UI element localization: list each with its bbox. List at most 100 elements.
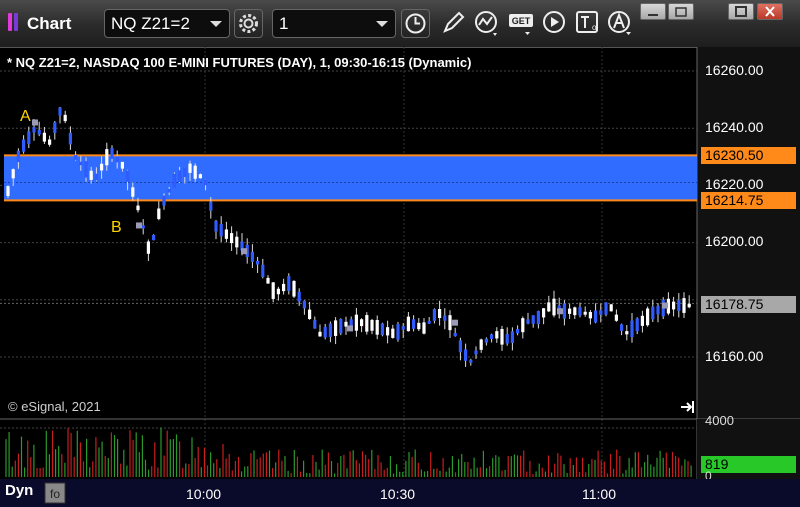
candle-body [536,310,540,325]
candle-body [287,276,291,291]
candle-body [578,307,582,316]
upper-line-tag[interactable]: 16230.50 [701,147,796,164]
candle-body [349,319,353,327]
candle-body [120,161,124,169]
candle-body [6,186,10,197]
candle-body [141,225,145,229]
candle-body [224,229,228,239]
candle-body [11,169,15,179]
time-label: 10:30 [380,486,416,502]
candle-body [510,331,514,343]
candle-body [167,188,171,193]
volume-scale-label: 4000 [705,413,734,428]
candle-body [131,187,135,197]
candle-body [469,359,473,363]
candle-body [360,319,364,327]
candle-body [136,205,140,211]
candle-body [448,315,452,331]
candle-body [297,291,301,302]
candle-body [500,328,504,345]
candle-body [521,318,525,333]
marker [662,302,668,309]
candle-body [334,320,338,336]
candle-body [495,331,499,339]
marker [557,308,563,315]
price-label: 16220.00 [705,176,764,192]
candle-body [302,300,306,309]
candle-body [609,304,613,312]
candle-body [188,163,192,173]
time-label: 10:00 [186,486,222,502]
price-chart[interactable] [0,0,800,507]
candle-body [16,150,20,163]
candle-body [271,282,275,299]
candle-body [250,251,254,262]
marker [452,319,458,326]
candle-body [178,170,182,183]
marker [32,119,38,126]
candle-body [198,174,202,179]
candle-body [193,165,197,179]
candle-body [235,236,239,248]
candle-body [276,288,280,295]
candle-body [646,308,650,326]
candle-body [458,340,462,353]
candle-body [635,318,639,332]
candle-body [562,303,566,319]
price-label: 16260.00 [705,62,764,78]
candle-body [256,260,260,265]
candle-body [204,179,208,186]
candle-body [630,320,634,337]
dynamic-mode-label[interactable]: Dyn [5,482,33,499]
candle-body [105,149,109,166]
candle-body [27,131,31,144]
candle-body [542,308,546,318]
candle-body [74,155,78,160]
price-label: 16160.00 [705,348,764,364]
candle-body [396,324,400,340]
candle-body [484,338,488,343]
candle-body [625,331,629,335]
lower-line-tag[interactable]: 16214.75 [701,192,796,209]
candle-body [443,315,447,321]
price-label: 16200.00 [705,233,764,249]
candle-body [261,264,265,277]
candle-body [516,328,520,334]
candle-body [474,350,478,355]
candle-body [162,195,166,206]
candle-body [568,308,572,314]
candle-body [354,314,358,331]
candle-body [79,161,83,166]
candle-body [37,129,41,135]
candle-body [588,312,592,319]
candle-body [422,322,426,334]
copyright-label: © eSignal, 2021 [8,399,101,414]
candle-body [573,307,577,316]
candle-body [490,334,494,339]
candle-body [115,156,119,163]
candle-body [292,280,296,297]
candle-body [152,234,156,241]
annotation-b[interactable]: B [111,219,122,237]
scroll-to-end-icon[interactable] [680,400,696,414]
candle-body [594,310,598,323]
candle-body [323,326,327,338]
link-icon[interactable]: fo [44,482,66,504]
candle-body [417,322,421,330]
annotation-a[interactable]: A [20,108,31,126]
candle-body [219,224,223,237]
candle-body [282,283,286,292]
candle-body [406,316,410,332]
candle-body [438,309,442,319]
candle-body [526,319,530,324]
candle-body [552,298,556,316]
candle-body [183,167,187,178]
marker [136,222,142,229]
candle-body [677,300,681,311]
svg-text:fo: fo [50,487,60,501]
candle-body [32,127,36,133]
candle-body [620,324,624,331]
candle-body [412,319,416,329]
candle-body [328,323,332,337]
candle-body [313,319,317,329]
